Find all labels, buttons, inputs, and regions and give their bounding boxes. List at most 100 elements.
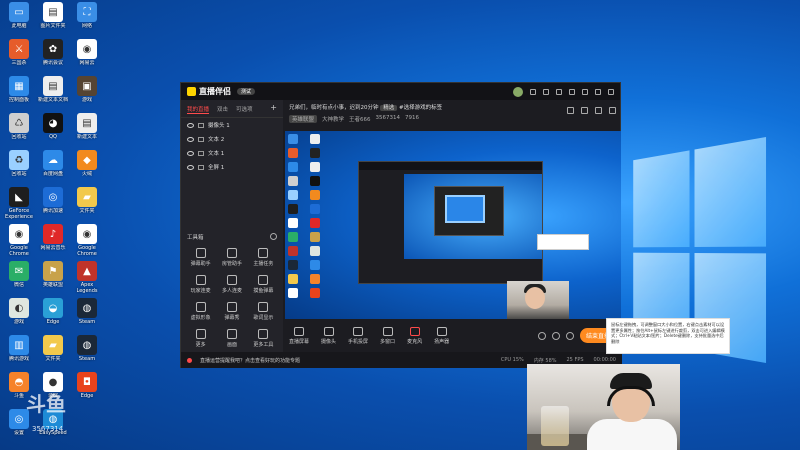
tool-player-link[interactable]: 玩家连麦 [185, 275, 216, 294]
maximize-icon[interactable] [595, 88, 601, 95]
desktop-icon-label: Steam [78, 356, 96, 362]
notice-icon [187, 357, 192, 363]
scene-item[interactable]: 全屏 1 [181, 160, 283, 174]
desktop-icon[interactable]: ▰ 文件夹 [70, 187, 104, 220]
desktop-icon[interactable]: ✉ 微信 [2, 261, 36, 294]
tool-multi-link[interactable]: 多人连麦 [216, 275, 247, 294]
desktop-icon-label: GeForce Experience [5, 208, 33, 220]
share-icon[interactable] [609, 107, 616, 114]
desktop-icon[interactable]: ▦ 控制面板 [2, 76, 36, 109]
tool-danmu-show[interactable]: 弹幕秀 [216, 302, 247, 321]
dashboard-icon[interactable] [581, 107, 588, 114]
desktop-icon[interactable]: ▲ Apex Legends [70, 261, 104, 294]
gift-icon[interactable] [567, 107, 574, 114]
eye-icon[interactable] [187, 164, 194, 170]
desktop-icon-label: 英雄联盟 [42, 282, 63, 288]
game-tag[interactable]: 英雄联盟 [289, 115, 318, 123]
desktop-icon[interactable]: ✿ 腾讯会议 [36, 39, 70, 72]
settings-icon[interactable] [556, 88, 562, 95]
user-avatar[interactable] [513, 86, 523, 97]
desktop-icon[interactable]: ◘ Edge [70, 372, 104, 405]
desktop-icon[interactable]: ◎ 腾讯加速 [36, 187, 70, 220]
eye-icon[interactable] [187, 136, 194, 142]
settings-icon[interactable] [565, 331, 574, 340]
stream-title[interactable]: 兄弟们，临时有点小事，迟到20分钟 [289, 105, 379, 111]
desktop-icon[interactable]: ◐ 游戏 [2, 298, 36, 331]
desktop-icon-label: 腾讯会议 [42, 60, 63, 66]
eye-icon[interactable] [187, 150, 194, 156]
scene-label: 文本 1 [208, 151, 225, 157]
desktop-icon[interactable]: ◒ Edge [36, 298, 70, 331]
skin-icon[interactable] [569, 88, 575, 95]
desktop-icon[interactable]: ◉ Google Chrome [70, 224, 104, 257]
chat-overlay[interactable] [537, 234, 589, 250]
screen-capture-button[interactable]: 直播屏幕 [289, 326, 309, 345]
desktop-icon[interactable]: ◉ Google Chrome [2, 224, 36, 257]
desktop-icon[interactable]: ◣ GeForce Experience [2, 187, 36, 220]
tool-screen[interactable]: 画面 [216, 329, 247, 348]
stream-category[interactable]: #选择游戏的标签 [399, 105, 442, 111]
eye-icon[interactable] [551, 331, 560, 340]
desktop-icon[interactable]: ♻ 回收站 [2, 150, 36, 183]
desktop-icon[interactable]: ▰ 文件夹 [36, 335, 70, 368]
toolbox-grid: 弹幕助手 房管助手 主播任务 玩家连麦 多人连麦 摸鱼弹幕 虚拟形象 弹幕秀 歌… [181, 244, 283, 352]
app-icon: ◉ [9, 224, 29, 244]
tab-my-live[interactable]: 我的直播 [187, 105, 210, 114]
add-scene-icon[interactable]: + [270, 104, 277, 114]
scene-item[interactable]: 文本 1 [181, 146, 283, 160]
desktop-icon[interactable]: ◍ Steam [70, 298, 104, 331]
status-text[interactable]: 直播运营提醒我吧？点击查看好玩的功能专题 [200, 357, 300, 364]
desktop-icon[interactable]: ⚔ 三国杀 [2, 39, 36, 72]
stream-tag[interactable]: 精选 [380, 105, 398, 111]
gift-icon[interactable] [543, 88, 549, 95]
bell-icon[interactable] [595, 107, 602, 114]
desktop-icon[interactable]: ♪ 网易云音乐 [36, 224, 70, 257]
desktop-icon[interactable]: ♺ 回收站 [2, 113, 36, 146]
app-icon: ◕ [43, 113, 63, 133]
webcam-source-preview[interactable] [507, 281, 569, 321]
microphone-button[interactable]: 麦克风 [407, 326, 422, 345]
tab-second[interactable]: 双击 [217, 105, 228, 114]
desktop-icon[interactable]: ◕ QQ [36, 113, 70, 146]
scene-item[interactable]: 文本 2 [181, 132, 283, 146]
desktop-icon[interactable]: ☁ 百度网盘 [36, 150, 70, 183]
area-tag[interactable]: 大神教学 [322, 115, 344, 123]
preview-desktop-icons [288, 134, 328, 298]
speaker-button[interactable]: 扬声器 [434, 326, 449, 345]
record-icon[interactable] [537, 331, 546, 340]
desktop-icon[interactable]: ▤ 新建文本文档 [36, 76, 70, 109]
desktop-icon[interactable]: ▤ 图片文件夹 [36, 2, 70, 35]
desktop-icon[interactable]: ◉ 网易云 [70, 39, 104, 72]
multi-window-button[interactable]: 多窗口 [380, 326, 395, 345]
tool-streamer-tasks[interactable]: 主播任务 [248, 248, 279, 267]
tool-more[interactable]: 更多 [185, 329, 216, 348]
tab-third[interactable]: 可选项 [236, 105, 253, 114]
tool-room-manager[interactable]: 房管助手 [216, 248, 247, 267]
scene-item[interactable]: 摄像头 1 [181, 118, 283, 132]
version-badge[interactable]: 测试 [237, 88, 256, 95]
toolbox-more-icon[interactable] [270, 233, 277, 240]
desktop-icon[interactable]: ▭ 此电脑 [2, 2, 36, 35]
text-icon [198, 136, 204, 142]
title-tools [513, 86, 614, 97]
live-preview-canvas[interactable] [285, 131, 621, 321]
message-icon[interactable] [530, 88, 536, 95]
desktop-icon[interactable]: ◍ Steam [70, 335, 104, 368]
tool-more-tools[interactable]: 更多工具 [248, 329, 279, 348]
desktop-icon[interactable]: ▤ 新建文本 [70, 113, 104, 146]
desktop-icon-label: Edge [46, 319, 60, 325]
minimize-icon[interactable] [582, 88, 588, 95]
tool-lyrics[interactable]: 歌词显示 [248, 302, 279, 321]
desktop-icon[interactable]: ▣ 游戏 [70, 76, 104, 109]
tool-avatar[interactable]: 虚拟形象 [185, 302, 216, 321]
tool-fish-danmu[interactable]: 摸鱼弹幕 [248, 275, 279, 294]
tool-danmu-helper[interactable]: 弹幕助手 [185, 248, 216, 267]
desktop-icon[interactable]: ⛶ 网络 [70, 2, 104, 35]
desktop-icon[interactable]: ◆ 火绒 [70, 150, 104, 183]
desktop-icon[interactable]: ⚑ 英雄联盟 [36, 261, 70, 294]
eye-icon[interactable] [187, 122, 194, 128]
desktop-icon[interactable]: ▥ 腾讯游戏 [2, 335, 36, 368]
camera-button[interactable]: 摄像头 [321, 326, 336, 345]
close-icon[interactable] [608, 88, 614, 95]
phone-cast-button[interactable]: 手机投屏 [348, 326, 368, 345]
